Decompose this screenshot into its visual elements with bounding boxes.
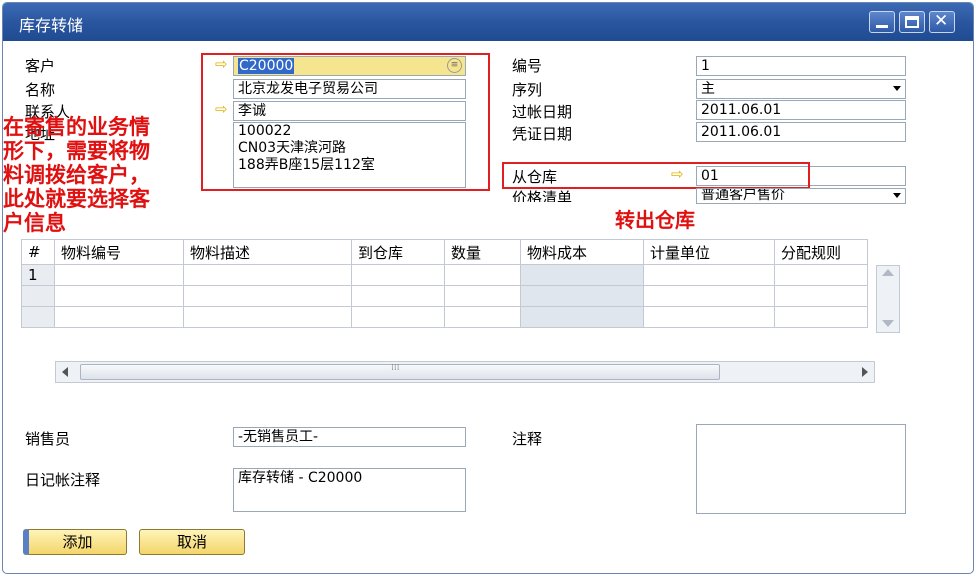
col-header[interactable]: # bbox=[21, 239, 55, 265]
col-header[interactable]: 计量单位 bbox=[643, 239, 775, 265]
scroll-down-icon[interactable] bbox=[882, 320, 894, 327]
series-label: 序列 bbox=[512, 81, 543, 99]
price-list-select[interactable]: 普通客户售价 bbox=[696, 188, 906, 204]
journal-remark-label: 日记帐注释 bbox=[25, 471, 101, 489]
warehouse-highlight-box bbox=[502, 162, 810, 189]
posting-date-label: 过帐日期 bbox=[512, 103, 573, 121]
table-cell[interactable] bbox=[351, 306, 445, 328]
chevron-down-icon bbox=[893, 86, 901, 91]
chevron-down-icon bbox=[893, 193, 901, 198]
table-cell[interactable] bbox=[520, 285, 644, 307]
journal-remark-field[interactable]: 库存转储 - C20000 bbox=[233, 468, 466, 512]
table-cell[interactable] bbox=[643, 264, 775, 286]
table-cell[interactable] bbox=[774, 285, 868, 307]
customer-highlight-box bbox=[201, 53, 490, 191]
table-row[interactable]: 1 bbox=[21, 264, 868, 286]
inventory-transfer-window: 库存转储 ✕ 客户 ⇨ C20000 ≡ 名称 北京龙发电子贸易公司 联系人 ⇨… bbox=[2, 2, 974, 574]
warehouse-annotation: 转出仓库 bbox=[615, 208, 695, 232]
series-value: 主 bbox=[701, 81, 715, 97]
col-header[interactable]: 物料成本 bbox=[520, 239, 644, 265]
row-number: 1 bbox=[21, 264, 55, 286]
table-cell[interactable] bbox=[183, 285, 352, 307]
table-cell[interactable] bbox=[351, 264, 445, 286]
horizontal-scrollbar[interactable]: ⁞⁞⁞ bbox=[55, 361, 875, 383]
table-cell[interactable] bbox=[774, 306, 868, 328]
table-cell[interactable] bbox=[643, 285, 775, 307]
posting-date-field[interactable]: 2011.06.01 bbox=[696, 100, 906, 120]
table-row[interactable] bbox=[21, 306, 868, 328]
scroll-right-icon[interactable] bbox=[862, 367, 868, 377]
col-header[interactable]: 分配规则 bbox=[774, 239, 868, 265]
remarks-label: 注释 bbox=[512, 430, 543, 448]
col-header[interactable]: 数量 bbox=[444, 239, 521, 265]
minimize-icon[interactable] bbox=[869, 11, 895, 33]
table-header-row: # 物料编号 物料描述 到仓库 数量 物料成本 计量单位 分配规则 bbox=[21, 239, 868, 265]
sales-employee-field[interactable]: -无销售员工- bbox=[233, 427, 466, 447]
doc-date-label: 凭证日期 bbox=[512, 125, 573, 143]
items-table: # 物料编号 物料描述 到仓库 数量 物料成本 计量单位 分配规则 1 bbox=[21, 239, 868, 328]
doc-date-field[interactable]: 2011.06.01 bbox=[696, 122, 906, 142]
number-field[interactable]: 1 bbox=[696, 56, 906, 76]
scroll-up-icon[interactable] bbox=[882, 269, 894, 276]
vertical-scrollbar[interactable] bbox=[876, 265, 900, 333]
scroll-left-icon[interactable] bbox=[62, 367, 68, 377]
table-cell[interactable] bbox=[54, 264, 184, 286]
row-number bbox=[21, 285, 55, 307]
name-label: 名称 bbox=[25, 81, 56, 99]
table-cell[interactable] bbox=[183, 264, 352, 286]
table-cell[interactable] bbox=[444, 264, 521, 286]
number-label: 编号 bbox=[512, 57, 543, 75]
col-header[interactable]: 物料描述 bbox=[183, 239, 352, 265]
remarks-textarea[interactable] bbox=[696, 424, 906, 514]
table-cell[interactable] bbox=[444, 306, 521, 328]
table-cell[interactable] bbox=[444, 285, 521, 307]
table-row[interactable] bbox=[21, 285, 868, 307]
table-cell[interactable] bbox=[774, 264, 868, 286]
customer-annotation: 在寄售的业务情 形下，需要将物 料调拨给客户， 此处就要选择客 户信息 bbox=[3, 114, 150, 235]
window-title: 库存转储 bbox=[19, 16, 84, 35]
table-cell[interactable] bbox=[183, 306, 352, 328]
table-cell[interactable] bbox=[54, 306, 184, 328]
table-cell[interactable] bbox=[643, 306, 775, 328]
col-header[interactable]: 到仓库 bbox=[351, 239, 445, 265]
scroll-thumb[interactable]: ⁞⁞⁞ bbox=[80, 363, 720, 380]
col-header[interactable]: 物料编号 bbox=[54, 239, 184, 265]
cancel-button[interactable]: 取消 bbox=[139, 529, 245, 555]
sales-employee-label: 销售员 bbox=[25, 430, 71, 448]
customer-label: 客户 bbox=[25, 57, 56, 75]
table-cell[interactable] bbox=[520, 306, 644, 328]
table-cell[interactable] bbox=[520, 264, 644, 286]
price-list-value: 普通客户售价 bbox=[701, 188, 785, 203]
row-number bbox=[21, 306, 55, 328]
table-cell[interactable] bbox=[54, 285, 184, 307]
series-select[interactable]: 主 bbox=[696, 79, 906, 99]
maximize-icon[interactable] bbox=[899, 11, 925, 33]
add-button[interactable]: 添加 bbox=[23, 529, 127, 555]
table-cell[interactable] bbox=[351, 285, 445, 307]
price-list-label: 价格清单 bbox=[512, 189, 573, 202]
close-icon[interactable]: ✕ bbox=[929, 11, 955, 33]
title-bar: 库存转储 ✕ bbox=[3, 3, 973, 41]
